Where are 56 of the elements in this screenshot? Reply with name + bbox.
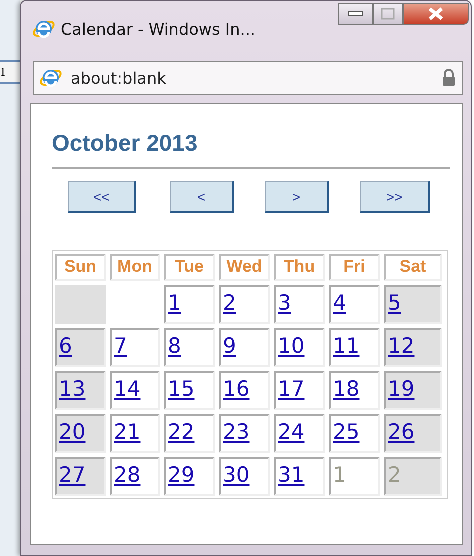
day-link[interactable]: 4 [333, 291, 346, 315]
day-cell: 1 [329, 457, 380, 496]
day-link[interactable]: 29 [168, 463, 195, 487]
day-link[interactable]: 3 [278, 291, 292, 315]
day-link[interactable]: 14 [114, 377, 141, 401]
day-link[interactable]: 8 [168, 334, 182, 358]
day-link[interactable]: 27 [59, 463, 86, 487]
nav-button[interactable]: < [170, 181, 234, 213]
day-link[interactable]: 26 [388, 420, 415, 444]
day-link[interactable]: 5 [388, 291, 402, 315]
weekday-header: Wed [219, 254, 270, 281]
day-link[interactable]: 1 [168, 291, 182, 315]
close-button[interactable] [403, 3, 469, 25]
day-link[interactable]: 17 [278, 377, 305, 401]
minimize-icon [348, 10, 364, 18]
day-link[interactable]: 15 [168, 377, 195, 401]
day-link[interactable]: 24 [278, 420, 305, 444]
weekday-header: Sat [384, 254, 442, 281]
day-link[interactable]: 10 [278, 334, 305, 358]
month-title: October 2013 [52, 130, 199, 157]
day-link[interactable]: 30 [223, 463, 250, 487]
nav-button[interactable]: > [265, 181, 329, 213]
day-link[interactable]: 6 [59, 334, 72, 358]
table-cell: 1 [0, 60, 20, 84]
weekday-header: Thu [274, 254, 325, 281]
lock-icon [442, 69, 456, 87]
address-text: about:blank [71, 68, 168, 88]
day-link[interactable]: 12 [388, 334, 415, 358]
day-link[interactable]: 11 [333, 334, 360, 358]
day-link[interactable]: 25 [333, 420, 360, 444]
day-link[interactable]: 20 [59, 420, 86, 444]
weekday-header: Sun [55, 254, 106, 281]
weekday-header: Mon [110, 254, 160, 281]
day-link[interactable]: 2 [223, 291, 236, 315]
maximize-button[interactable] [373, 3, 403, 25]
minimize-button[interactable] [338, 3, 373, 25]
address-bar[interactable]: about:blank [33, 61, 463, 95]
nav-button[interactable]: >> [360, 181, 430, 213]
maximize-icon [381, 8, 395, 20]
weekday-header: Fri [329, 254, 380, 281]
day-link[interactable]: 22 [168, 420, 195, 444]
day-link[interactable]: 31 [278, 463, 305, 487]
day-link[interactable]: 9 [223, 334, 236, 358]
day-link[interactable]: 21 [114, 420, 141, 444]
day-link[interactable]: 23 [223, 420, 250, 444]
day-link[interactable]: 28 [114, 463, 141, 487]
window-title: Calendar - Windows In... [61, 20, 257, 38]
day-cell: 2 [384, 457, 442, 496]
close-icon [428, 7, 444, 21]
day-link[interactable]: 7 [114, 334, 128, 358]
nav-button[interactable]: << [68, 181, 136, 213]
day-link[interactable]: 16 [223, 377, 250, 401]
day-link[interactable]: 19 [388, 377, 415, 401]
day-link[interactable]: 18 [333, 377, 360, 401]
day-link[interactable]: 13 [59, 377, 86, 401]
weekday-header: Tue [164, 254, 215, 281]
